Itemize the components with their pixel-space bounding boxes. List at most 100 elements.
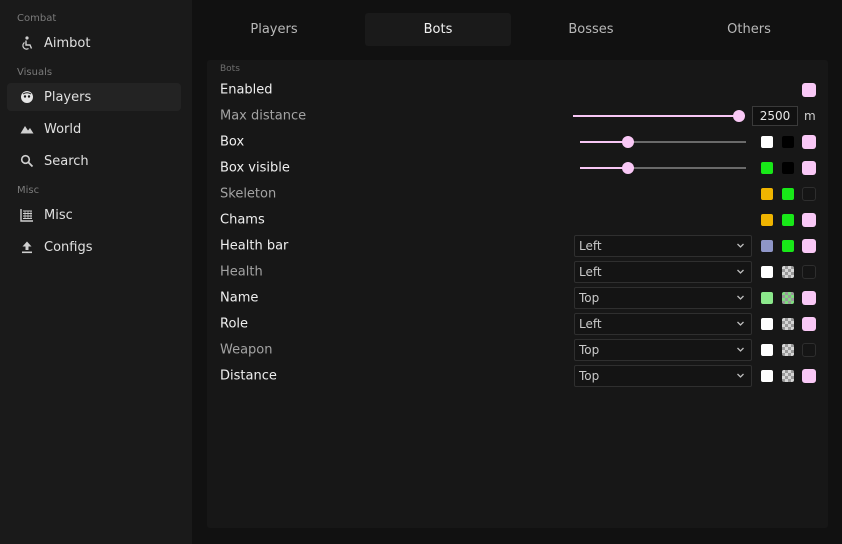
row-label: Enabled xyxy=(220,82,273,98)
health-bar-select[interactable]: Left xyxy=(574,235,752,257)
color-swatch-green[interactable] xyxy=(782,240,794,252)
row-role: Role Left xyxy=(207,311,828,337)
health-checkbox[interactable] xyxy=(802,265,816,279)
chevron-down-icon xyxy=(737,373,744,378)
sidebar-item-world[interactable]: World xyxy=(7,115,181,143)
box-visible-checkbox[interactable] xyxy=(802,161,816,175)
sidebar-item-label: Search xyxy=(44,153,89,169)
players-icon xyxy=(20,90,34,104)
row-label: Health bar xyxy=(220,238,289,254)
slider-thumb[interactable] xyxy=(622,162,634,174)
row-weapon: Weapon Top xyxy=(207,337,828,363)
color-swatch-white[interactable] xyxy=(761,136,773,148)
color-swatch-black[interactable] xyxy=(782,136,794,148)
tab-bots[interactable]: Bots xyxy=(365,13,511,46)
row-box-visible: Box visible xyxy=(207,155,828,181)
enabled-checkbox[interactable] xyxy=(802,83,816,97)
name-select[interactable]: Top xyxy=(574,287,752,309)
sidebar-item-misc[interactable]: Misc xyxy=(7,201,181,229)
tab-bosses[interactable]: Bosses xyxy=(524,13,658,46)
color-swatch-transparent[interactable] xyxy=(782,370,794,382)
sidebar-item-label: World xyxy=(44,121,82,137)
row-label: Chams xyxy=(220,212,265,228)
section-label-misc: Misc xyxy=(17,185,40,196)
section-label-combat: Combat xyxy=(17,13,57,24)
sidebar-item-search[interactable]: Search xyxy=(7,147,181,175)
name-checkbox[interactable] xyxy=(802,291,816,305)
color-swatch-lightgreen[interactable] xyxy=(761,292,773,304)
color-swatch-transparent[interactable] xyxy=(782,344,794,356)
color-swatch-white[interactable] xyxy=(761,318,773,330)
health-bar-checkbox[interactable] xyxy=(802,239,816,253)
distance-select[interactable]: Top xyxy=(574,365,752,387)
color-swatch-orange[interactable] xyxy=(761,188,773,200)
color-swatch-lavender[interactable] xyxy=(761,240,773,252)
select-value: Top xyxy=(579,369,600,383)
select-value: Top xyxy=(579,291,600,305)
color-swatch-transparent[interactable] xyxy=(782,318,794,330)
settings-panel: Bots Enabled Max distance 2500 m Box Box… xyxy=(207,60,828,528)
row-distance: Distance Top xyxy=(207,363,828,389)
aimbot-icon xyxy=(20,36,34,50)
color-swatch-white[interactable] xyxy=(761,370,773,382)
chevron-down-icon xyxy=(737,347,744,352)
row-health: Health Left xyxy=(207,259,828,285)
box-visible-slider[interactable] xyxy=(580,162,746,174)
select-value: Left xyxy=(579,317,602,331)
color-swatch-white[interactable] xyxy=(761,344,773,356)
select-value: Top xyxy=(579,343,600,357)
row-label: Skeleton xyxy=(220,186,277,202)
row-label: Health xyxy=(220,264,263,280)
sidebar-item-label: Configs xyxy=(44,239,93,255)
sidebar-item-configs[interactable]: Configs xyxy=(7,233,181,261)
color-swatch-green[interactable] xyxy=(782,188,794,200)
section-label-visuals: Visuals xyxy=(17,67,53,78)
slider-fill xyxy=(580,167,628,169)
color-swatch-green-transparent[interactable] xyxy=(782,292,794,304)
chevron-down-icon xyxy=(737,243,744,248)
row-label: Role xyxy=(220,316,249,332)
sidebar-item-players[interactable]: Players xyxy=(7,83,181,111)
search-icon xyxy=(20,154,34,168)
slider-thumb[interactable] xyxy=(622,136,634,148)
row-label: Box visible xyxy=(220,160,290,176)
weapon-checkbox[interactable] xyxy=(802,343,816,357)
sidebar-item-aimbot[interactable]: Aimbot xyxy=(7,29,181,57)
color-swatch-green[interactable] xyxy=(761,162,773,174)
max-distance-slider[interactable] xyxy=(573,110,745,122)
box-checkbox[interactable] xyxy=(802,135,816,149)
skeleton-checkbox[interactable] xyxy=(802,187,816,201)
row-box: Box xyxy=(207,129,828,155)
color-swatch-transparent[interactable] xyxy=(782,266,794,278)
sidebar-item-label: Aimbot xyxy=(44,35,91,51)
sidebar-item-label: Misc xyxy=(44,207,73,223)
color-swatch-white[interactable] xyxy=(761,266,773,278)
world-icon xyxy=(20,122,34,136)
tab-others[interactable]: Others xyxy=(682,13,816,46)
select-value: Left xyxy=(579,265,602,279)
box-slider[interactable] xyxy=(580,136,746,148)
color-swatch-black[interactable] xyxy=(782,162,794,174)
upload-icon xyxy=(20,240,34,254)
slider-thumb[interactable] xyxy=(733,110,745,122)
role-checkbox[interactable] xyxy=(802,317,816,331)
weapon-select[interactable]: Top xyxy=(574,339,752,361)
chams-checkbox[interactable] xyxy=(802,213,816,227)
color-swatch-orange[interactable] xyxy=(761,214,773,226)
sidebar: Combat Aimbot Visuals Players World Sear… xyxy=(0,0,192,544)
tab-players[interactable]: Players xyxy=(206,13,342,46)
distance-checkbox[interactable] xyxy=(802,369,816,383)
role-select[interactable]: Left xyxy=(574,313,752,335)
row-enabled: Enabled xyxy=(207,77,828,103)
slider-fill xyxy=(573,115,739,117)
row-label: Name xyxy=(220,290,259,306)
max-distance-input[interactable]: 2500 xyxy=(752,106,798,126)
sidebar-item-label: Players xyxy=(44,89,92,105)
row-label: Max distance xyxy=(220,108,307,124)
health-select[interactable]: Left xyxy=(574,261,752,283)
select-value: Left xyxy=(579,239,602,253)
color-swatch-green[interactable] xyxy=(782,214,794,226)
row-label: Box xyxy=(220,134,245,150)
unit-label: m xyxy=(804,109,816,123)
row-health-bar: Health bar Left xyxy=(207,233,828,259)
